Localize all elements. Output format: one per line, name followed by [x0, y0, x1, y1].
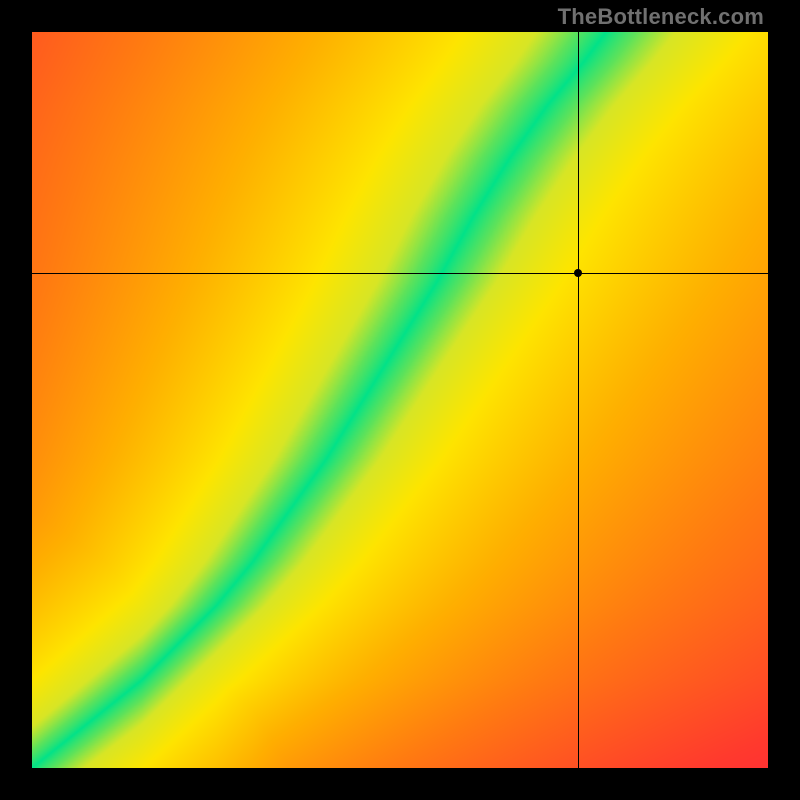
crosshair-vertical — [578, 32, 579, 768]
heatmap-plot — [32, 32, 768, 768]
crosshair-horizontal — [32, 273, 768, 274]
heatmap-canvas — [32, 32, 768, 768]
marker-dot — [574, 269, 582, 277]
watermark-text: TheBottleneck.com — [558, 4, 764, 30]
chart-frame: TheBottleneck.com — [0, 0, 800, 800]
